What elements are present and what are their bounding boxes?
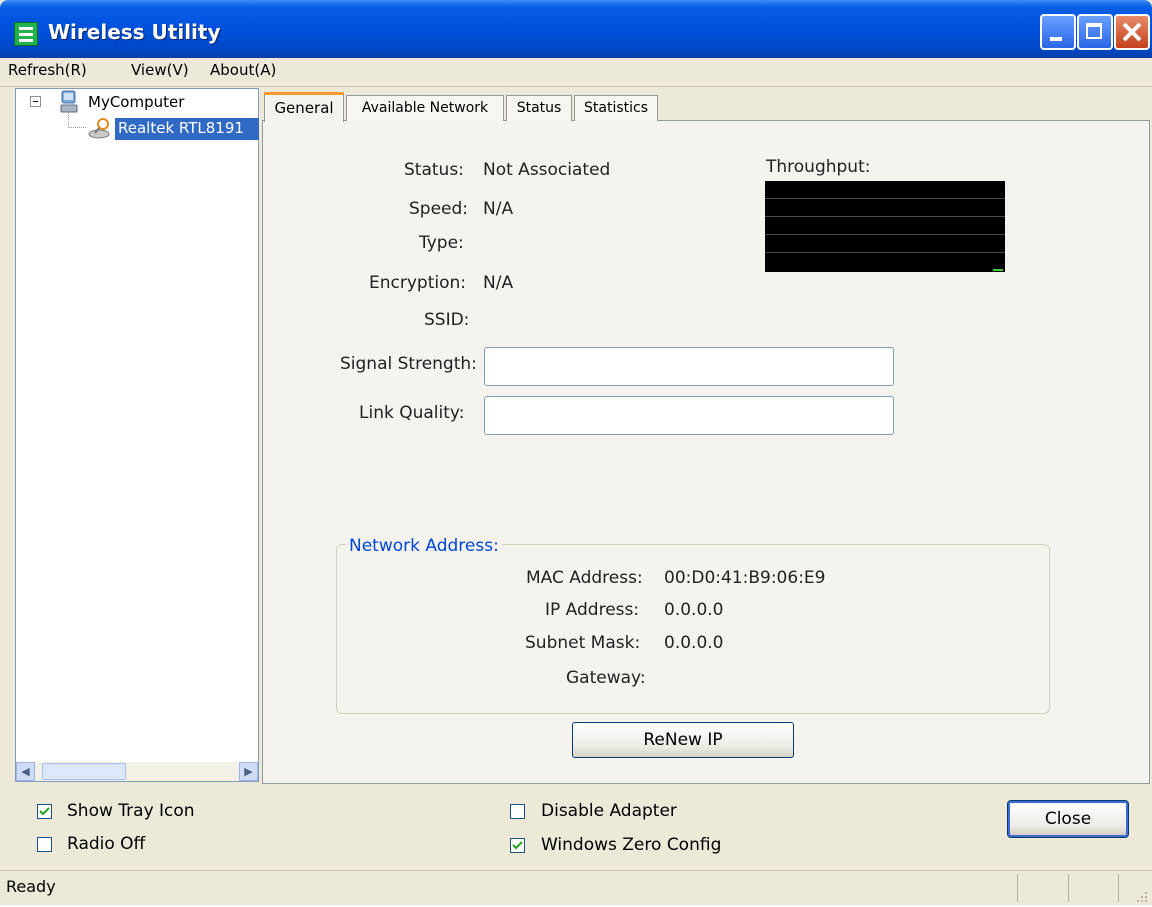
- radio-off-label[interactable]: Radio Off: [67, 834, 145, 854]
- tab-statistics[interactable]: Statistics: [574, 95, 658, 121]
- windows-zero-config-label[interactable]: Windows Zero Config: [541, 835, 721, 855]
- menu-refresh[interactable]: Refresh(R): [8, 61, 87, 79]
- resize-grip-icon[interactable]: [1136, 888, 1148, 902]
- status-value: Not Associated: [483, 160, 611, 180]
- type-label: Type:: [419, 233, 464, 253]
- speed-label: Speed:: [409, 199, 469, 219]
- main-window: Wireless Utility Refresh(R) View(V) Abou…: [0, 0, 1152, 905]
- mac-address-value: 00:D0:41:B9:06:E9: [664, 568, 826, 588]
- speed-value: N/A: [483, 199, 514, 219]
- show-tray-icon-label[interactable]: Show Tray Icon: [67, 801, 195, 821]
- tree-item-mycomputer[interactable]: MyComputer: [88, 93, 184, 111]
- scroll-thumb[interactable]: [42, 763, 126, 780]
- close-button[interactable]: Close: [1007, 800, 1129, 838]
- disable-adapter-label[interactable]: Disable Adapter: [541, 801, 677, 821]
- radio-off-checkbox[interactable]: [37, 837, 52, 852]
- close-window-button[interactable]: [1114, 14, 1150, 50]
- status-divider: [1118, 874, 1119, 902]
- status-text: Ready: [6, 877, 56, 896]
- menu-about[interactable]: About(A): [210, 61, 276, 79]
- tree-connector: [68, 113, 70, 128]
- status-bar: [0, 870, 1152, 905]
- scroll-left-icon[interactable]: ◀: [16, 762, 35, 781]
- status-label: Status:: [404, 160, 464, 180]
- tab-general[interactable]: General: [264, 92, 344, 122]
- status-divider: [1017, 874, 1018, 902]
- menu-view[interactable]: View(V): [131, 61, 189, 79]
- computer-icon: [58, 90, 80, 114]
- checkmark-icon: [39, 807, 50, 816]
- encryption-value: N/A: [483, 273, 514, 293]
- windows-zero-config-checkbox[interactable]: [510, 838, 525, 853]
- disable-adapter-checkbox[interactable]: [510, 804, 525, 819]
- scroll-right-icon[interactable]: ▶: [239, 762, 258, 781]
- maximize-button[interactable]: [1077, 14, 1113, 50]
- tree-collapse-toggle[interactable]: [30, 96, 41, 107]
- app-icon: [14, 22, 38, 46]
- device-tree[interactable]: [15, 88, 259, 782]
- title-bar[interactable]: Wireless Utility: [0, 0, 1152, 58]
- mac-address-label: MAC Address:: [526, 568, 643, 588]
- link-quality-label: Link Quality:: [359, 403, 465, 423]
- tree-item-adapter-label: Realtek RTL8191: [118, 119, 244, 137]
- ip-address-value: 0.0.0.0: [664, 600, 724, 620]
- throughput-graph: [765, 181, 1005, 272]
- checkmark-icon: [512, 841, 523, 850]
- tab-available-network[interactable]: Available Network: [346, 95, 504, 121]
- wireless-adapter-icon: [88, 116, 114, 140]
- show-tray-icon-checkbox[interactable]: [37, 804, 52, 819]
- tab-status[interactable]: Status: [506, 95, 572, 121]
- status-divider: [1068, 874, 1069, 902]
- subnet-mask-value: 0.0.0.0: [664, 633, 724, 653]
- signal-strength-bar: [484, 347, 894, 386]
- window-title: Wireless Utility: [48, 20, 221, 44]
- subnet-mask-label: Subnet Mask:: [525, 633, 641, 653]
- encryption-label: Encryption:: [369, 273, 466, 293]
- renew-ip-button[interactable]: ReNew IP: [572, 722, 794, 758]
- link-quality-bar: [484, 396, 894, 435]
- gateway-label: Gateway:: [566, 668, 646, 688]
- ip-address-label: IP Address:: [545, 600, 640, 620]
- close-icon: [1122, 22, 1142, 42]
- ssid-label: SSID:: [424, 310, 470, 330]
- signal-strength-label: Signal Strength:: [340, 354, 477, 374]
- minimize-button[interactable]: [1040, 14, 1076, 50]
- tree-item-adapter[interactable]: Realtek RTL8191: [115, 118, 259, 140]
- tree-horizontal-scrollbar[interactable]: ◀ ▶: [16, 762, 258, 781]
- tree-connector: [68, 127, 86, 129]
- throughput-label: Throughput:: [766, 157, 871, 177]
- network-address-legend: Network Address:: [346, 536, 502, 556]
